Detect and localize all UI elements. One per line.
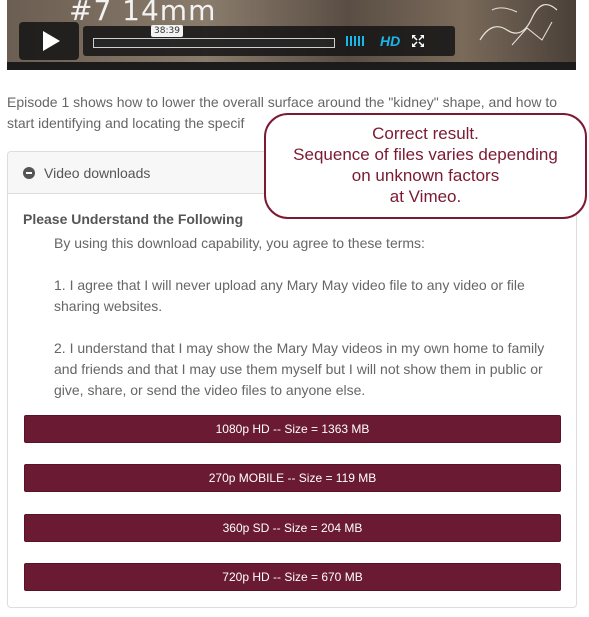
term-1: 1. I agree that I will never upload any …: [54, 277, 525, 314]
callout-line-2: Sequence of files varies depending: [293, 145, 558, 164]
term-2: 2. I understand that I may show the Mary…: [54, 340, 545, 398]
terms-intro: By using this download capability, you a…: [54, 235, 425, 251]
callout-line-4: at Vimeo.: [389, 187, 462, 206]
fullscreen-icon[interactable]: [412, 35, 424, 47]
sketch-illustration: [479, 3, 558, 46]
download-360p-button[interactable]: 360p SD -- Size = 204 MB: [24, 514, 561, 542]
download-1080p-button[interactable]: 1080p HD -- Size = 1363 MB: [24, 415, 561, 443]
timeline-scrubber[interactable]: [93, 38, 335, 48]
minus-circle-icon: [23, 166, 35, 179]
volume-icon[interactable]: [346, 36, 364, 46]
terms-body: By using this download capability, you a…: [54, 233, 559, 422]
callout-line-3: on unknown factors: [351, 166, 500, 185]
annotation-callout: Correct result. Sequence of files varies…: [264, 113, 587, 219]
download-270p-button[interactable]: 270p MOBILE -- Size = 119 MB: [24, 464, 561, 492]
download-720p-button[interactable]: 720p HD -- Size = 670 MB: [24, 563, 561, 591]
play-icon: [42, 31, 60, 51]
time-badge: 38:39: [151, 25, 183, 37]
video-downloads-panel: Video downloads Please Understand the Fo…: [7, 151, 577, 608]
player-controls: 38:39 HD: [19, 22, 455, 60]
terms-heading: Please Understand the Following: [23, 211, 244, 227]
play-button[interactable]: [19, 22, 79, 60]
panel-header-label: Video downloads: [44, 164, 151, 181]
video-player[interactable]: #7 14mm 38:39 HD: [7, 0, 576, 70]
hd-toggle[interactable]: HD: [380, 33, 400, 49]
callout-line-1: Correct result.: [372, 124, 479, 143]
control-bar: 38:39 HD: [83, 25, 455, 56]
